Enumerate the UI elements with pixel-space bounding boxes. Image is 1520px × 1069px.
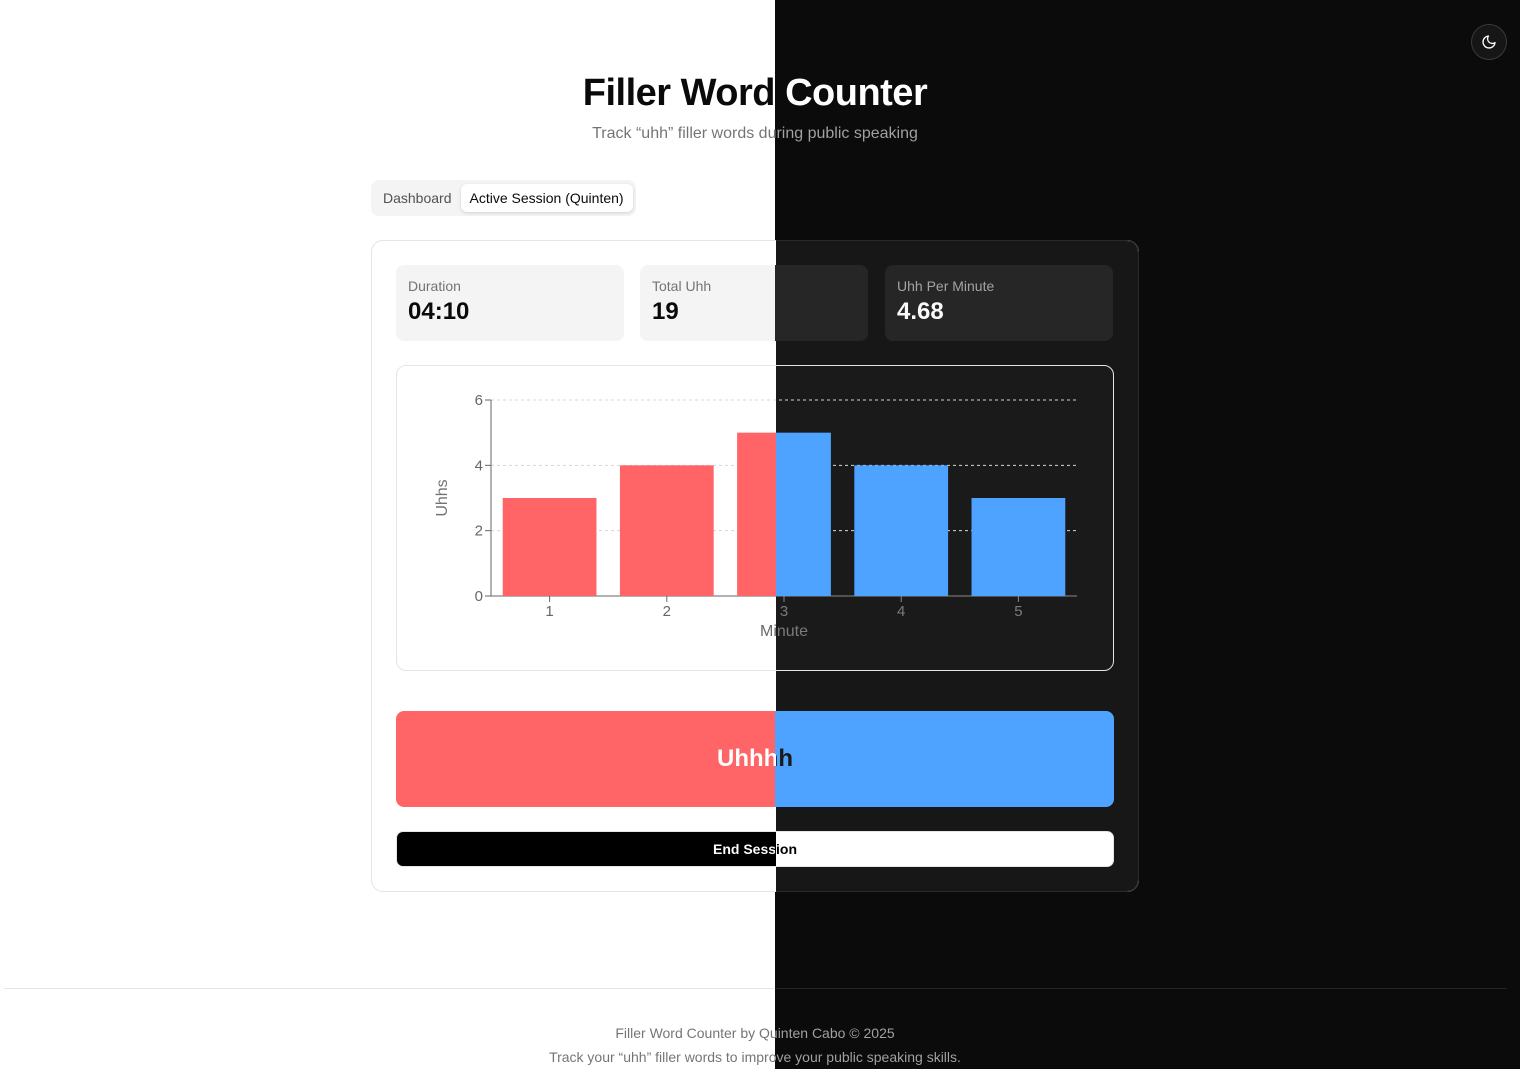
footer: Filler Word Counter by Quinten Cabo © 20…	[0, 1021, 1510, 1069]
stat-duration: Duration 04:10	[396, 265, 624, 341]
session-card: Duration 04:10 Total Uhh 19 Uhh Per Minu…	[371, 240, 1139, 892]
stat-per-minute-value: 4.68	[897, 298, 944, 325]
chart-bar	[971, 498, 1066, 596]
chart-x-tick-label: 5	[1014, 603, 1022, 620]
chart-y-axis-label: Uhhs	[434, 479, 451, 516]
footer-tagline: Track your “uhh” filler words to improve…	[0, 1045, 1510, 1069]
chart-x-tick-label: 2	[663, 603, 671, 620]
chart-x-tick-label: 1	[545, 603, 553, 620]
stat-per-minute: Uhh Per Minute 4.68	[885, 265, 1113, 341]
uhh-button[interactable]: Uhhhh	[396, 711, 1114, 807]
footer-divider	[4, 988, 1507, 989]
chart-x-tick-label: 3	[780, 603, 788, 620]
stat-per-minute-label: Uhh Per Minute	[897, 278, 995, 294]
chart-x-axis-label: Minute	[760, 623, 808, 640]
tab-list: Dashboard Active Session (Quinten)	[371, 180, 636, 216]
chart-y-tick-label: 4	[475, 457, 483, 474]
page-header: Filler Word Counter Track “uhh” filler w…	[0, 72, 1510, 143]
chart-bar	[502, 498, 597, 596]
chart-x-tick-label: 4	[897, 603, 905, 620]
stat-total-value: 19	[652, 298, 679, 325]
theme-toggle-button[interactable]	[1471, 24, 1507, 60]
chart-bar	[854, 465, 949, 596]
tab-dashboard[interactable]: Dashboard	[374, 184, 461, 212]
page-subtitle: Track “uhh” filler words during public s…	[0, 125, 1510, 143]
chart-bar	[619, 465, 714, 596]
end-session-label: End Session	[712, 841, 798, 857]
chart-y-tick-label: 0	[475, 588, 483, 605]
uhh-button-label: Uhhhh	[717, 745, 793, 772]
chart-bar	[737, 432, 831, 596]
stat-duration-label: Duration	[408, 278, 461, 294]
uhh-bar-chart: 0 2 4 6 1 2 3 4 5 Minute Uhhs	[434, 392, 1077, 640]
moon-icon	[1482, 35, 1496, 49]
stat-total: Total Uhh 19	[640, 265, 868, 341]
chart-y-tick-label: 6	[475, 392, 483, 409]
chart-container: 0 2 4 6 1 2 3 4 5 Minute Uhhs	[396, 365, 1114, 671]
tab-active-session[interactable]: Active Session (Quinten)	[460, 184, 633, 212]
chart-y-tick-label: 2	[475, 523, 483, 540]
page-title: Filler Word Counter	[0, 72, 1510, 115]
stat-duration-value: 04:10	[408, 298, 470, 325]
end-session-button[interactable]: End Session	[396, 831, 1114, 867]
footer-credit: Filler Word Counter by Quinten Cabo © 20…	[0, 1021, 1510, 1045]
stat-total-label: Total Uhh	[652, 278, 712, 294]
